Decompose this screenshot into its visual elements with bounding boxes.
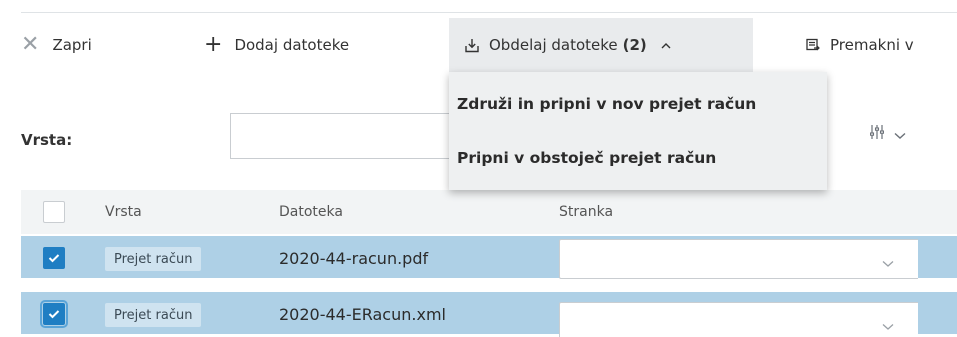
move-button-label: Premakni v <box>830 36 914 54</box>
select-all-checkbox[interactable] <box>43 201 65 223</box>
process-files-label: Obdelaj datoteke <box>489 36 618 54</box>
sliders-icon <box>869 124 885 144</box>
type-badge: Prejet račun <box>105 303 202 327</box>
process-files-menu: Združi in pripni v nov prejet račun Prip… <box>449 72 827 190</box>
menu-item-merge-new-invoice[interactable]: Združi in pripni v nov prejet račun <box>449 79 827 129</box>
add-files-button[interactable]: + Dodaj datoteke <box>204 18 349 72</box>
row-checkbox[interactable] <box>40 300 68 328</box>
toolbar: ✕ Zapri + Dodaj datoteke Obdelaj datotek… <box>0 18 957 72</box>
top-divider <box>21 12 957 13</box>
download-tray-icon <box>465 38 479 53</box>
close-button[interactable]: ✕ Zapri <box>21 18 92 72</box>
chevron-up-icon <box>661 39 671 52</box>
type-badge: Prejet račun <box>105 247 202 271</box>
type-filter-label: Vrsta: <box>21 131 73 149</box>
file-name: 2020-44-racun.pdf <box>279 248 429 268</box>
process-files-button[interactable]: Obdelaj datoteke (2) <box>449 18 753 72</box>
column-settings-button[interactable] <box>869 124 906 144</box>
add-files-label: Dodaj datoteke <box>234 36 350 54</box>
menu-item-attach-existing-invoice[interactable]: Pripni v obstoječ prejet račun <box>449 133 827 183</box>
document-move-icon <box>806 38 820 52</box>
chevron-down-icon <box>882 316 894 335</box>
file-name: 2020-44-ERacun.xml <box>279 304 446 324</box>
column-header-file[interactable]: Datoteka <box>279 190 343 234</box>
party-select[interactable] <box>559 239 918 279</box>
plus-icon: + <box>204 32 223 57</box>
checkmark-icon <box>48 254 60 263</box>
table-row[interactable]: Prejet račun 2020-44-racun.pdf <box>21 236 957 280</box>
table-header: Vrsta Datoteka Stranka <box>21 190 957 234</box>
party-select[interactable] <box>559 302 918 337</box>
chevron-down-icon <box>882 253 894 272</box>
close-button-label: Zapri <box>52 36 92 54</box>
chevron-down-icon <box>894 125 906 144</box>
column-header-type[interactable]: Vrsta <box>105 190 142 234</box>
checkmark-icon <box>48 310 60 319</box>
table-row[interactable]: Prejet račun 2020-44-ERacun.xml <box>21 292 957 337</box>
row-checkbox[interactable] <box>43 247 65 269</box>
column-header-party[interactable]: Stranka <box>559 190 613 234</box>
type-filter-input[interactable] <box>230 113 460 159</box>
process-files-count: (2) <box>622 36 647 54</box>
close-icon: ✕ <box>21 32 40 57</box>
move-button[interactable]: Premakni v <box>806 18 914 72</box>
